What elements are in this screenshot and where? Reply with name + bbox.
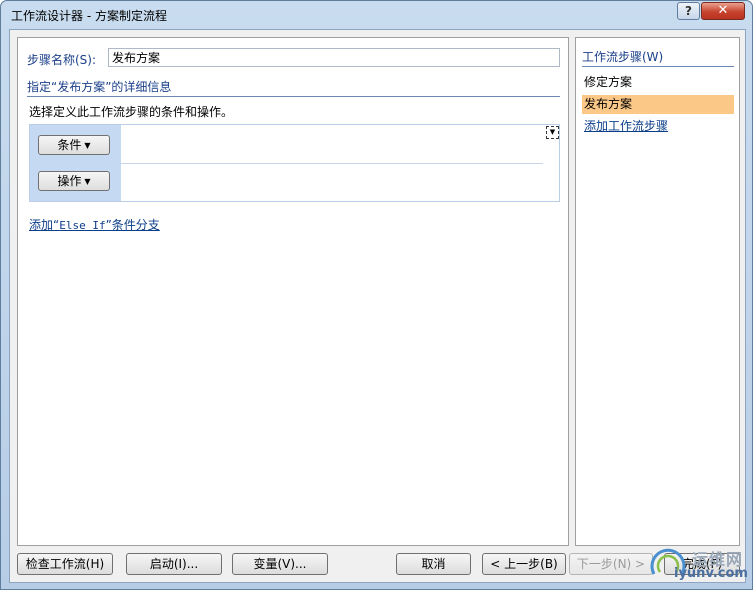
workflow-steps-panel: 工作流步骤(W) 修定方案 发布方案 添加工作流步骤 [575,37,740,546]
rule-separator [121,163,543,164]
add-else-if-link[interactable]: 添加“Else If”条件分支 [29,216,160,233]
add-workflow-step-link[interactable]: 添加工作流步骤 [584,117,668,134]
chevron-down-icon: ▼ [84,141,91,150]
instruction-text: 选择定义此工作流步骤的条件和操作。 [29,105,234,119]
initiation-button[interactable]: 启动(I)... [126,553,222,575]
step-details-panel: 步骤名称(S): 指定“发布方案”的详细信息 选择定义此工作流步骤的条件和操作。… [17,37,569,546]
else-if-prefix: 添加“ [29,218,60,232]
actions-label: 操作 [57,174,82,188]
watermark-domain: iyunv.com [674,566,748,581]
back-button[interactable]: < 上一步(B) [482,553,566,575]
else-if-keyword: Else If [59,219,106,232]
conditions-dropdown-button[interactable]: 条件 ▼ [38,135,110,155]
chevron-down-icon: ▼ [84,177,91,186]
actions-dropdown-button[interactable]: 操作 ▼ [38,171,110,191]
workflow-designer-window: 工作流设计器 - 方案制定流程 ? ✕ 步骤名称(S): 指定“发布方案”的详细… [0,0,753,590]
workflow-steps-heading: 工作流步骤(W) [582,48,734,67]
conditions-label: 条件 [57,138,82,152]
else-if-suffix: ”条件分支 [105,218,160,232]
title-bar[interactable]: 工作流设计器 - 方案制定流程 ? ✕ [1,1,752,29]
check-workflow-button[interactable]: 检查工作流(H) [17,553,113,575]
block-menu-icon[interactable]: ▼ [546,126,559,139]
window-title: 工作流设计器 - 方案制定流程 [11,9,167,23]
watermark: 运维网 iyunv.com [648,544,753,590]
step-item-revise-plan[interactable]: 修定方案 [582,73,734,92]
step-name-label: 步骤名称(S): [27,53,97,67]
help-button[interactable]: ? [677,2,700,20]
next-button[interactable]: 下一步(N) > [569,553,653,575]
condition-action-block: 条件 ▼ 操作 ▼ ▼ [29,124,560,202]
cancel-button[interactable]: 取消 [396,553,471,575]
variables-button[interactable]: 变量(V)... [232,553,328,575]
step-item-publish-plan[interactable]: 发布方案 [582,95,734,114]
close-button[interactable]: ✕ [701,2,745,20]
step-name-input[interactable] [108,48,560,67]
step-details-heading: 指定“发布方案”的详细信息 [27,78,560,97]
dialog-client-area: 步骤名称(S): 指定“发布方案”的详细信息 选择定义此工作流步骤的条件和操作。… [9,29,746,583]
